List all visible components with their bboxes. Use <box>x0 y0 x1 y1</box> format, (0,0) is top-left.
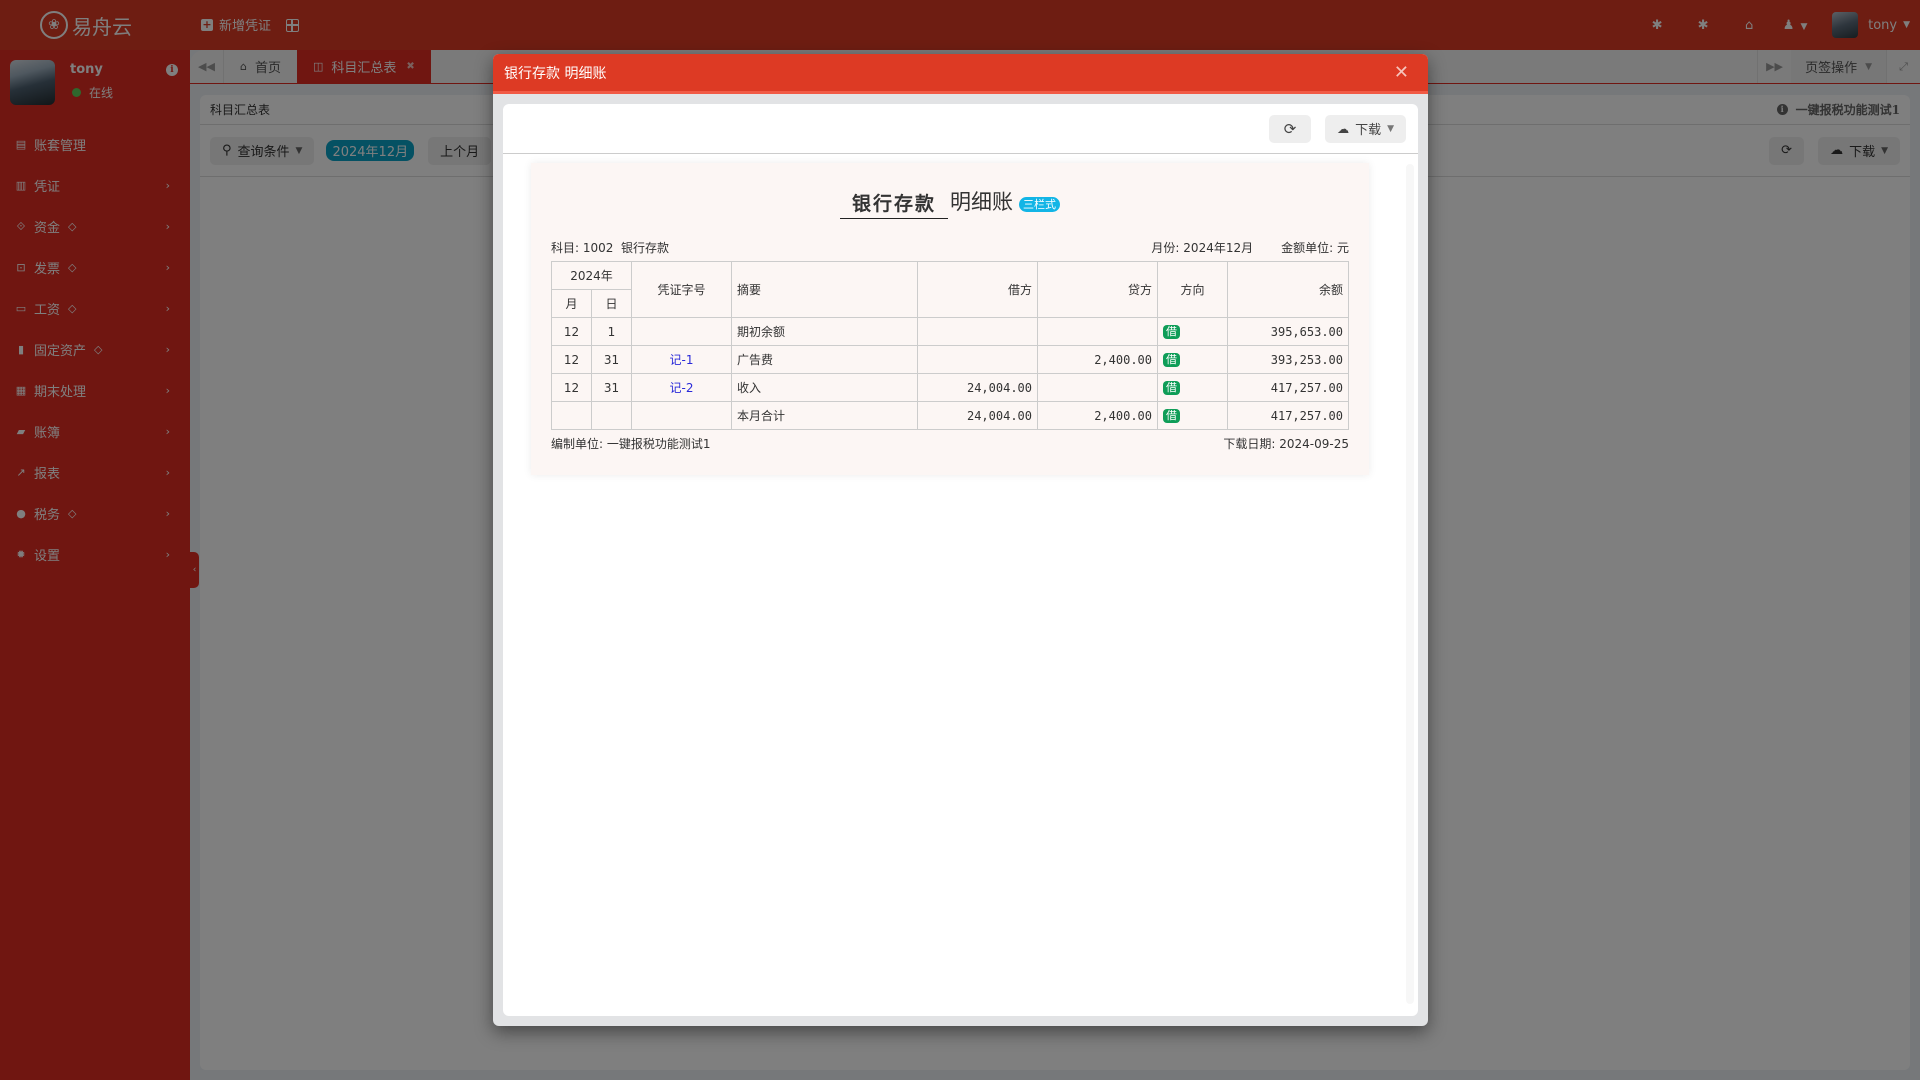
ledger-sheet: 银行存款 明细账 三栏式 科目: 1002 银行存款 月份: 2024年12月 … <box>531 163 1369 475</box>
cell-month: 12 <box>551 317 592 346</box>
cell-balance: 395,653.00 <box>1227 317 1349 346</box>
cell-voucher: 记-1 <box>631 345 732 374</box>
ledger-table: 2024年 凭证字号 摘要 借方 贷方 方向 余额 月 日 12 1 期初余额借 39… <box>551 261 1349 430</box>
download-date-label: 下载日期: <box>1223 437 1276 451</box>
cell-day: 31 <box>591 345 632 374</box>
subject-info: 科目: 1002 银行存款 <box>551 239 669 256</box>
modal-scrollbar[interactable] <box>1406 164 1414 1004</box>
cell-summary: 收入 <box>731 373 918 402</box>
unit-value: 元 <box>1336 240 1349 255</box>
modal-header: 银行存款 明细账 ✕ <box>493 54 1428 94</box>
cloud-download-icon: ☁ <box>1337 121 1350 136</box>
header-balance: 余额 <box>1227 261 1349 318</box>
ledger-modal: 银行存款 明细账 ✕ ⟳ ☁ 下载 ▼ 银行存款 明细账 三栏式 科目: 100… <box>493 54 1428 1026</box>
refresh-button[interactable]: ⟳ <box>1269 114 1312 143</box>
cell-summary: 本月合计 <box>731 401 918 430</box>
refresh-icon: ⟳ <box>1283 119 1297 138</box>
unit-info: 金额单位: 元 <box>1281 239 1349 256</box>
download-button[interactable]: ☁ 下载 ▼ <box>1325 114 1406 143</box>
subject-value: 1002 银行存款 <box>582 240 670 255</box>
cell-credit: 2,400.00 <box>1037 345 1158 374</box>
cell-credit <box>1037 373 1158 402</box>
unit-label: 金额单位: <box>1281 240 1334 255</box>
prepared-by-label: 编制单位: <box>551 437 604 451</box>
cell-month: 12 <box>551 345 592 374</box>
ledger-row: 本月合计 24,004.00 2,400.00 借 417,257.00 <box>551 401 1349 430</box>
caret-down-icon: ▼ <box>1387 123 1394 134</box>
direction-badge: 借 <box>1163 353 1180 367</box>
cell-summary: 广告费 <box>731 345 918 374</box>
cell-debit: 24,004.00 <box>917 373 1038 402</box>
header-day: 日 <box>591 289 632 318</box>
cell-debit: 24,004.00 <box>917 401 1038 430</box>
modal-toolbar: ⟳ ☁ 下载 ▼ <box>503 104 1418 154</box>
month-value: 2024年12月 <box>1183 240 1254 255</box>
subject-label: 科目: <box>551 240 580 255</box>
ledger-account-name: 银行存款 <box>839 189 948 219</box>
cell-voucher <box>631 401 732 430</box>
prepared-by: 编制单位: 一键报税功能测试1 <box>551 435 711 452</box>
direction-badge: 借 <box>1163 381 1180 395</box>
cell-direction: 借 <box>1157 401 1228 430</box>
cell-voucher: 记-2 <box>631 373 732 402</box>
ledger-row: 12 1 期初余额 借 395,653.00 <box>551 317 1349 346</box>
modal-title: 银行存款 明细账 <box>504 65 607 82</box>
cell-direction: 借 <box>1157 345 1228 374</box>
download-label: 下载 <box>1355 123 1382 138</box>
close-icon[interactable]: ✕ <box>1394 62 1409 83</box>
cell-credit <box>1037 317 1158 346</box>
header-month: 月 <box>551 289 592 318</box>
prepared-by-value: 一键报税功能测试1 <box>606 437 711 451</box>
month-label: 月份: <box>1151 240 1180 255</box>
download-date: 下载日期: 2024-09-25 <box>1223 435 1349 452</box>
cell-month: 12 <box>551 373 592 402</box>
cell-day <box>591 401 632 430</box>
voucher-link[interactable]: 记-2 <box>670 381 694 395</box>
direction-badge: 借 <box>1163 409 1180 423</box>
cell-direction: 借 <box>1157 373 1228 402</box>
ledger-type: 明细账 <box>950 190 1013 214</box>
header-direction: 方向 <box>1157 261 1228 318</box>
cell-summary: 期初余额 <box>731 317 918 346</box>
cell-day: 1 <box>591 317 632 346</box>
voucher-link[interactable]: 记-1 <box>670 353 694 367</box>
cell-direction: 借 <box>1157 317 1228 346</box>
cell-day: 31 <box>591 373 632 402</box>
direction-badge: 借 <box>1163 325 1180 339</box>
format-badge: 三栏式 <box>1019 197 1060 212</box>
header-summary: 摘要 <box>731 261 918 318</box>
download-date-value: 2024-09-25 <box>1279 437 1349 451</box>
ledger-footer: 编制单位: 一键报税功能测试1 下载日期: 2024-09-25 <box>551 435 1349 452</box>
cell-balance: 417,257.00 <box>1227 401 1349 430</box>
cell-month <box>551 401 592 430</box>
cell-balance: 417,257.00 <box>1227 373 1349 402</box>
cell-voucher <box>631 317 732 346</box>
ledger-rows: 12 1 期初余额借 395,653.00 12 31 记-1 广告费 2,400.00 借 393… <box>551 317 1349 430</box>
header-year: 2024年 <box>551 261 632 290</box>
ledger-title: 银行存款 明细账 三栏式 <box>551 185 1349 219</box>
header-voucher: 凭证字号 <box>631 261 732 318</box>
ledger-meta: 科目: 1002 银行存款 月份: 2024年12月 金额单位: 元 <box>551 239 1349 255</box>
header-credit: 贷方 <box>1037 261 1158 318</box>
ledger-row: 12 31 记-2 收入 24,004.00 借 417,257.00 <box>551 373 1349 402</box>
modal-body: ⟳ ☁ 下载 ▼ 银行存款 明细账 三栏式 科目: 1002 银行存款 月份: … <box>503 104 1418 1016</box>
cell-credit: 2,400.00 <box>1037 401 1158 430</box>
header-debit: 借方 <box>917 261 1038 318</box>
month-info: 月份: 2024年12月 <box>1151 239 1253 256</box>
ledger-row: 12 31 记-1 广告费 2,400.00 借 393,253.00 <box>551 345 1349 374</box>
cell-debit <box>917 345 1038 374</box>
cell-balance: 393,253.00 <box>1227 345 1349 374</box>
cell-debit <box>917 317 1038 346</box>
